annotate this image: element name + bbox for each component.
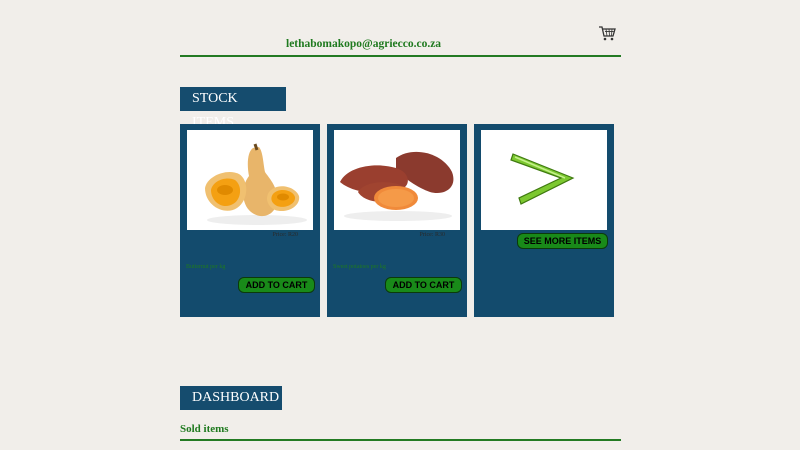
butternut-image bbox=[187, 130, 313, 230]
product-card-sweet-potatoes: Price: R30 Sweet potatoes per kg ADD TO … bbox=[327, 124, 467, 317]
add-to-cart-button[interactable]: ADD TO CART bbox=[238, 277, 315, 293]
see-more-card: SEE MORE ITEMS bbox=[474, 124, 614, 317]
sweet-potatoes-image bbox=[334, 130, 460, 230]
product-description: Sweet potatoes per kg bbox=[333, 264, 386, 270]
product-price: Price: R30 bbox=[419, 232, 446, 238]
dashboard-heading: DASHBOARD bbox=[180, 386, 282, 410]
shopping-cart-icon[interactable] bbox=[598, 25, 616, 41]
product-card-butternut: Price: R20 Butternut per kg ADD TO CART bbox=[180, 124, 320, 317]
product-price: Price: R20 bbox=[272, 232, 299, 238]
dashboard-divider bbox=[180, 439, 621, 441]
stock-items-heading: STOCK ITEMS bbox=[180, 87, 286, 130]
see-more-items-button[interactable]: SEE MORE ITEMS bbox=[517, 233, 608, 249]
product-description: Butternut per kg bbox=[186, 264, 226, 270]
add-to-cart-button[interactable]: ADD TO CART bbox=[385, 277, 462, 293]
green-arrow-right-icon[interactable] bbox=[481, 130, 607, 230]
sold-items-label: Sold items bbox=[180, 423, 229, 435]
user-email: lethabomakopo@agriecco.co.za bbox=[286, 38, 442, 50]
header-divider bbox=[180, 55, 621, 57]
